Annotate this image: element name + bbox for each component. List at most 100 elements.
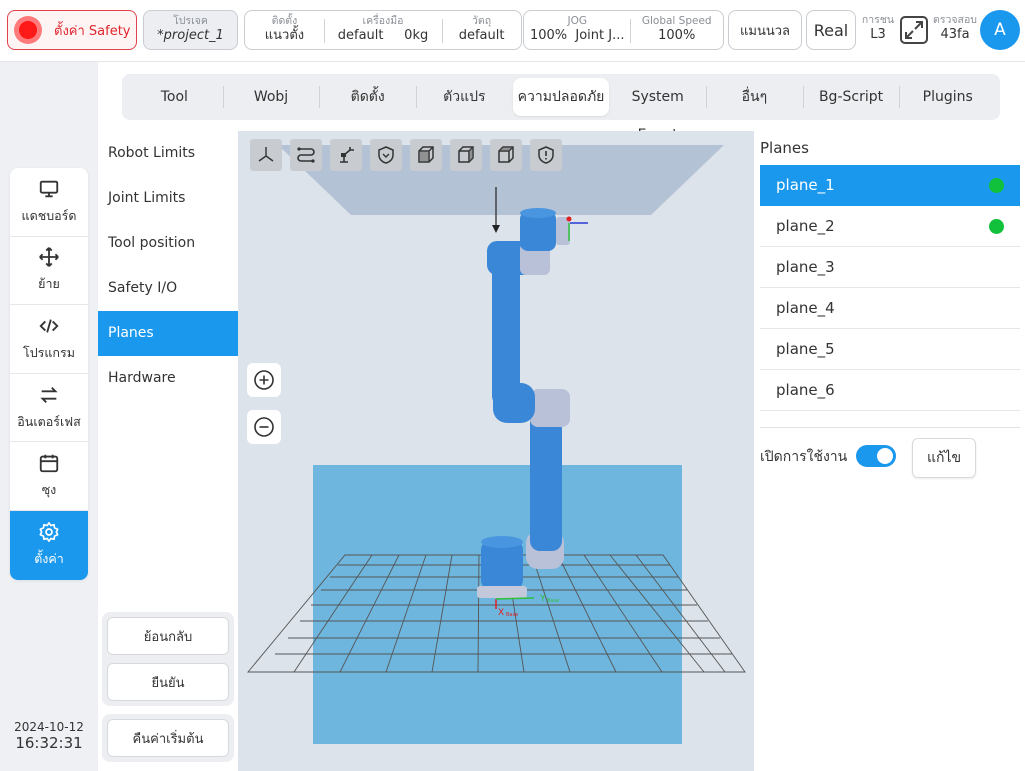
plane-name: plane_3 bbox=[776, 258, 835, 276]
view-robot-button[interactable] bbox=[330, 139, 362, 171]
plane-item[interactable]: plane_5 bbox=[760, 329, 1020, 370]
plane-name: plane_2 bbox=[776, 217, 835, 235]
gear-icon bbox=[39, 522, 59, 543]
view-side-button[interactable] bbox=[450, 139, 482, 171]
nav-item-move[interactable]: ย้าย bbox=[10, 237, 88, 306]
object-label: วัตถุ bbox=[472, 15, 492, 27]
object-selector[interactable]: วัตถุ default bbox=[442, 11, 521, 49]
object-value: default bbox=[458, 28, 505, 43]
global-speed-selector[interactable]: Global Speed 100% bbox=[630, 11, 723, 49]
tool-value: default 0kg bbox=[324, 28, 442, 44]
speed-value: 100% bbox=[658, 28, 696, 43]
tab-variables[interactable]: ตัวแปร bbox=[416, 78, 513, 116]
base-x-sub: Base bbox=[506, 612, 518, 618]
plane-name: plane_4 bbox=[776, 299, 835, 317]
tab-tool[interactable]: Tool bbox=[126, 78, 223, 116]
tab-bg-script[interactable]: Bg-Script bbox=[802, 78, 900, 116]
manual-mode-button[interactable]: แมนนวล bbox=[728, 10, 802, 50]
view-safety-button[interactable] bbox=[370, 139, 402, 171]
submenu-robot-limits[interactable]: Robot Limits bbox=[98, 131, 238, 176]
zoom-out-icon bbox=[254, 417, 274, 437]
avatar[interactable]: A bbox=[980, 10, 1020, 50]
safety-settings-button[interactable]: ตั้งค่า Safety bbox=[7, 10, 137, 50]
tool-selector[interactable]: เครื่องมือ default 0kg bbox=[323, 11, 442, 49]
time-display: 16:32:31 bbox=[15, 734, 83, 752]
axes-icon bbox=[258, 147, 274, 162]
submenu-planes[interactable]: Planes bbox=[98, 311, 238, 356]
monitor-icon bbox=[39, 180, 59, 198]
left-nav: แดชบอร์ด ย้าย โปรแกรม อินเตอร์เฟส ซุง ตั… bbox=[10, 168, 88, 580]
view-axes-button[interactable] bbox=[250, 139, 282, 171]
shield-icon bbox=[378, 146, 394, 164]
top-bar: ตั้งค่า Safety โปรเจค *project_1 ติดตั้ง… bbox=[0, 0, 1025, 62]
tool-frame-axes bbox=[566, 216, 588, 241]
jog-percent: 100% bbox=[529, 28, 568, 43]
checksum-value: 43fa bbox=[940, 27, 970, 42]
expand-icon[interactable] bbox=[899, 15, 929, 45]
nav-label: ตั้งค่า bbox=[34, 551, 64, 567]
zoom-out-button[interactable] bbox=[247, 410, 281, 444]
safety-label: ตั้งค่า Safety bbox=[54, 23, 131, 39]
plane-name: plane_6 bbox=[776, 381, 835, 399]
submenu-joint-limits[interactable]: Joint Limits bbox=[98, 176, 238, 221]
collision-level[interactable]: การชน L3 bbox=[860, 14, 896, 43]
enable-row: เปิดการใช้งาน แก้ไข bbox=[760, 427, 1020, 479]
path-icon bbox=[297, 147, 315, 163]
tab-safety[interactable]: ความปลอดภัย bbox=[512, 78, 610, 116]
plane-item[interactable]: plane_4 bbox=[760, 288, 1020, 329]
tab-other[interactable]: อื่นๆ bbox=[706, 78, 803, 116]
edit-button[interactable]: แก้ไข bbox=[912, 438, 976, 478]
base-y-label: Y bbox=[539, 594, 546, 604]
tab-wobj[interactable]: Wobj bbox=[222, 78, 320, 116]
cube-front-icon bbox=[418, 146, 434, 163]
planes-title: Planes bbox=[760, 139, 809, 157]
nav-item-schedule[interactable]: ซุง bbox=[10, 442, 88, 511]
tab-system-event[interactable]: System Event bbox=[609, 78, 706, 143]
plane-name: plane_1 bbox=[776, 176, 835, 194]
tab-plugins[interactable]: Plugins bbox=[899, 78, 996, 116]
3d-viewport[interactable]: X Base Y Base bbox=[238, 131, 754, 771]
cube-side-icon bbox=[458, 146, 474, 163]
install-selector[interactable]: ติดตั้ง แนวตั้ง bbox=[245, 11, 324, 49]
real-mode-button[interactable]: Real bbox=[806, 10, 856, 50]
project-label: โปรเจค bbox=[173, 15, 208, 27]
enable-label: เปิดการใช้งาน bbox=[760, 449, 848, 465]
enabled-status-icon bbox=[989, 178, 1004, 193]
date-display: 2024-10-12 bbox=[14, 720, 84, 734]
nav-item-program[interactable]: โปรแกรม bbox=[10, 305, 88, 374]
nav-item-settings[interactable]: ตั้งค่า bbox=[10, 510, 88, 580]
cube-top-icon bbox=[498, 146, 514, 163]
submenu-safety-io[interactable]: Safety I/O bbox=[98, 266, 238, 311]
tool-weight: 0kg bbox=[404, 28, 429, 43]
view-toolbar bbox=[250, 139, 562, 171]
submenu-hardware[interactable]: Hardware bbox=[98, 356, 238, 401]
move-icon bbox=[39, 247, 59, 268]
confirm-button[interactable]: ยืนยัน bbox=[107, 663, 229, 701]
nav-item-dashboard[interactable]: แดชบอร์ด bbox=[10, 168, 88, 237]
reset-defaults-button[interactable]: คืนค่าเริ่มต้น bbox=[107, 719, 229, 757]
nav-item-interface[interactable]: อินเตอร์เฟส bbox=[10, 374, 88, 443]
enable-toggle[interactable] bbox=[856, 445, 896, 467]
plane-item[interactable]: plane_6 bbox=[760, 370, 1020, 411]
plane-item[interactable]: plane_1 bbox=[760, 165, 1020, 206]
tab-install[interactable]: ติดตั้ง bbox=[319, 78, 416, 116]
view-front-button[interactable] bbox=[410, 139, 442, 171]
view-info-button[interactable] bbox=[530, 139, 562, 171]
view-path-button[interactable] bbox=[290, 139, 322, 171]
back-button[interactable]: ย้อนกลับ bbox=[107, 617, 229, 655]
datetime: 2024-10-12 16:32:31 bbox=[10, 720, 88, 752]
jog-selector[interactable]: JOG 100% Joint J... bbox=[524, 11, 630, 49]
checksum-label: ตรวจสอบ bbox=[933, 14, 977, 26]
zoom-in-button[interactable] bbox=[247, 363, 281, 397]
nav-label: ซุง bbox=[41, 482, 57, 498]
plane-name: plane_5 bbox=[776, 340, 835, 358]
project-selector[interactable]: โปรเจค *project_1 bbox=[143, 10, 238, 50]
submenu-tool-position[interactable]: Tool position bbox=[98, 221, 238, 266]
plane-item[interactable]: plane_2 bbox=[760, 206, 1020, 247]
safety-plane-bottom bbox=[313, 465, 682, 744]
install-label: ติดตั้ง bbox=[271, 15, 298, 27]
nav-label: ย้าย bbox=[38, 276, 60, 292]
plane-item[interactable]: plane_3 bbox=[760, 247, 1020, 288]
view-top-button[interactable] bbox=[490, 139, 522, 171]
collision-label: การชน bbox=[861, 14, 895, 26]
